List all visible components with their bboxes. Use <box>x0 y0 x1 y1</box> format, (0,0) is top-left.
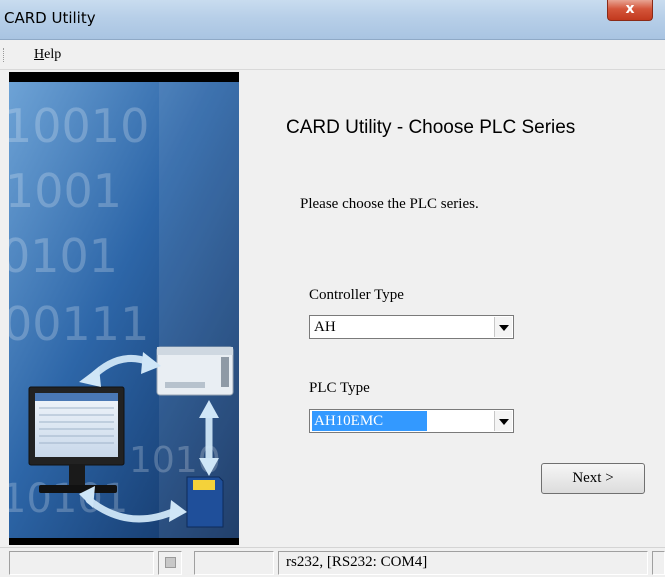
status-indicator-icon <box>165 557 176 568</box>
plc-type-dropdown-button[interactable] <box>494 411 512 431</box>
instruction-text: Please choose the PLC series. <box>300 196 479 212</box>
banner-top-strip <box>9 72 239 82</box>
plc-device-icon <box>156 346 234 396</box>
banner-digits-3: 0101 <box>9 229 118 283</box>
status-pane-indicator <box>158 551 182 575</box>
banner-digits-2: 1001 <box>9 164 122 218</box>
banner-bottom-strip <box>9 538 239 545</box>
controller-type-dropdown-button[interactable] <box>494 317 512 337</box>
status-bar: rs232, [RS232: COM4] <box>0 547 665 577</box>
title-bar: CARD Utility x <box>0 0 665 40</box>
chevron-down-icon <box>499 419 509 425</box>
menu-help[interactable]: Help <box>34 47 61 63</box>
menu-grip <box>3 48 7 62</box>
controller-type-value: AH <box>314 319 336 335</box>
plc-type-select[interactable]: AH10EMC <box>309 409 514 433</box>
status-pane-end <box>652 551 665 575</box>
side-banner: 10010 1001 0101 00111 1010 10101 <box>9 72 239 545</box>
plc-type-value: AH10EMC <box>312 411 428 431</box>
plc-type-label: PLC Type <box>309 380 370 396</box>
menu-help-label: elp <box>44 47 62 62</box>
controller-type-select[interactable]: AH <box>309 315 514 339</box>
banner-digits-4: 00111 <box>9 297 149 351</box>
status-pane-connection: rs232, [RS232: COM4] <box>278 551 648 575</box>
chevron-down-icon <box>499 325 509 331</box>
banner-digits-1: 10010 <box>9 99 149 153</box>
connection-status: rs232, [RS232: COM4] <box>286 554 428 570</box>
menu-bar: Help <box>0 40 665 70</box>
status-pane-3 <box>194 551 274 575</box>
memory-card-icon <box>186 476 224 528</box>
close-icon: x <box>625 1 635 17</box>
close-button[interactable]: x <box>607 0 653 21</box>
status-pane-1 <box>9 551 154 575</box>
page-title: CARD Utility - Choose PLC Series <box>286 117 576 138</box>
controller-type-label: Controller Type <box>309 287 404 303</box>
card-utility-window: CARD Utility x Help 10010 1001 0101 0011… <box>0 0 665 577</box>
menu-help-mnemonic: H <box>34 47 45 62</box>
banner-illustration: 10010 1001 0101 00111 1010 10101 <box>9 82 239 538</box>
window-title: CARD Utility <box>4 9 96 27</box>
next-button[interactable]: Next > <box>541 463 645 494</box>
